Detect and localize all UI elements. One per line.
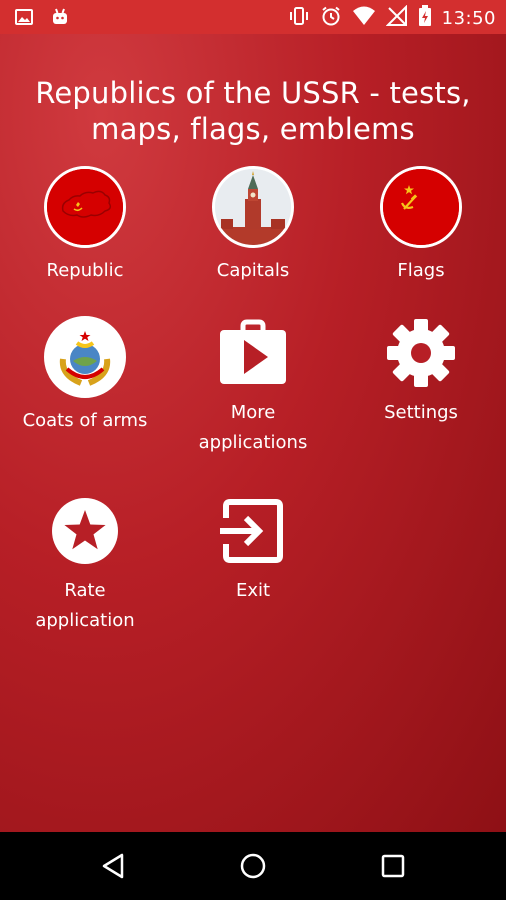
android-icon	[50, 7, 70, 32]
kremlin-icon	[212, 166, 294, 248]
coats-of-arms-label: Coats of arms	[22, 410, 148, 431]
battery-charging-icon	[418, 5, 432, 32]
home-button[interactable]	[233, 848, 273, 884]
republic-button[interactable]: Republic	[1, 166, 169, 286]
alarm-icon	[320, 5, 342, 32]
home-icon	[240, 853, 266, 879]
navigation-bar	[0, 832, 506, 900]
back-button[interactable]	[93, 848, 133, 884]
no-signal-icon	[385, 4, 408, 32]
gear-icon	[386, 318, 456, 388]
more-applications-label: More applications	[198, 402, 308, 453]
flags-label: Flags	[397, 260, 445, 281]
ussr-map-icon	[44, 166, 126, 248]
exit-button[interactable]: Exit	[169, 496, 337, 606]
vibrate-icon	[288, 5, 310, 32]
rate-application-button[interactable]: Rate application	[1, 496, 169, 636]
capitals-label: Capitals	[216, 260, 290, 281]
wifi-icon	[352, 5, 376, 32]
republic-label: Republic	[46, 260, 124, 281]
play-store-icon	[218, 318, 288, 388]
status-bar: 13:50	[0, 0, 506, 34]
recents-icon	[381, 854, 405, 878]
coats-of-arms-button[interactable]: Coats of arms	[1, 316, 169, 436]
more-applications-button[interactable]: More applications	[169, 318, 337, 458]
flags-button[interactable]: Flags	[337, 166, 505, 286]
soviet-emblem-icon	[44, 316, 126, 398]
soviet-flag-icon	[380, 166, 462, 248]
rate-application-label: Rate application	[35, 580, 135, 631]
star-icon	[50, 496, 120, 566]
clock: 13:50	[441, 8, 496, 29]
settings-label: Settings	[384, 402, 458, 423]
page-title: Republics of the USSR - tests, maps, fla…	[35, 76, 471, 147]
exit-icon	[218, 496, 288, 566]
main-screen: Republics of the USSR - tests, maps, fla…	[0, 34, 506, 832]
capitals-button[interactable]: Capitals	[169, 166, 337, 286]
back-icon	[102, 853, 124, 879]
image-icon	[14, 7, 34, 32]
exit-label: Exit	[235, 580, 271, 601]
settings-button[interactable]: Settings	[337, 318, 505, 428]
recents-button[interactable]	[373, 848, 413, 884]
